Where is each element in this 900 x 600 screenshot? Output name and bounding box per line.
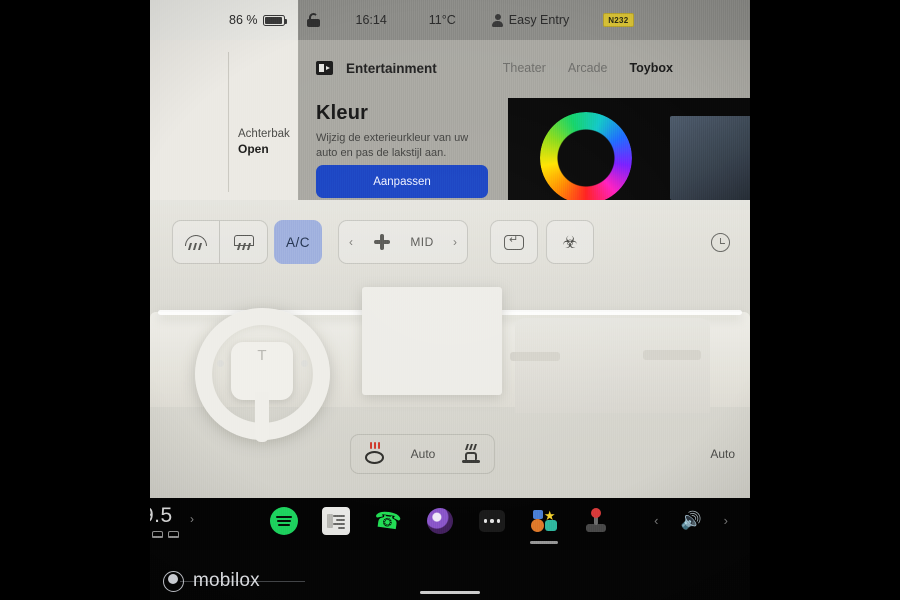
- tab-arcade[interactable]: Arcade: [568, 61, 608, 75]
- ac-toggle-button[interactable]: A/C: [274, 220, 322, 264]
- watermark-label: mobilox: [193, 570, 260, 591]
- more-apps-icon[interactable]: [478, 507, 506, 535]
- driver-temp-control[interactable]: 9.5 ›: [150, 498, 265, 550]
- trunk-status-label: Achterbak: [238, 128, 290, 140]
- seat-heat-mini-icons[interactable]: [152, 531, 179, 538]
- toybox-kleur-card: Kleur Wijzig de exterieurkleur van uw au…: [298, 96, 750, 200]
- steering-wheel-illustration: T: [195, 308, 330, 442]
- status-bar: 86 % 16:14 11°C Easy Entry N232: [150, 0, 750, 40]
- phone-icon[interactable]: ☎: [373, 506, 404, 535]
- seat-right-icon: [168, 531, 179, 538]
- toybox-icon[interactable]: ★: [530, 507, 558, 544]
- seat-left-icon: [152, 531, 163, 538]
- trunk-status-value: Open: [238, 142, 269, 156]
- battery-percent-label: 86 %: [229, 13, 258, 27]
- fan-speed-control[interactable]: ‹ MID ›: [338, 220, 468, 264]
- camera-icon[interactable]: [426, 507, 454, 535]
- kleur-description: Wijzig de exterieurkleur van uw auto en …: [316, 132, 469, 159]
- road-badge: N232: [592, 13, 644, 27]
- heated-steering-wheel-icon[interactable]: [365, 441, 384, 464]
- color-preview-card[interactable]: [508, 98, 750, 200]
- volume-icon[interactable]: 🔊: [680, 512, 701, 529]
- fan-speed-label: MID: [410, 235, 434, 249]
- arcade-joystick-icon[interactable]: [582, 507, 610, 535]
- passenger-auto-label[interactable]: Auto: [710, 447, 735, 461]
- fan-prev-button[interactable]: ‹: [349, 235, 353, 249]
- spotify-icon[interactable]: [270, 507, 298, 535]
- battery-icon: [262, 14, 287, 26]
- tab-theater[interactable]: Theater: [503, 61, 546, 75]
- paint-swatch-icon[interactable]: [670, 116, 750, 200]
- tesla-touchscreen: 86 % 16:14 11°C Easy Entry N232 Achterba…: [150, 0, 750, 600]
- climate-schedule-button[interactable]: [700, 220, 740, 264]
- panel-divider: [228, 52, 229, 192]
- person-icon: [492, 13, 504, 27]
- driver-auto-label: Auto: [410, 447, 436, 461]
- lock-button[interactable]: [296, 13, 331, 27]
- ac-label: A/C: [285, 234, 310, 250]
- tab-toybox[interactable]: Toybox: [629, 61, 673, 75]
- driver-climate-row[interactable]: Auto: [350, 434, 495, 474]
- kleur-title: Kleur: [316, 102, 369, 124]
- front-defrost-icon: [185, 234, 207, 250]
- active-app-indicator: [530, 541, 558, 544]
- dock-app-list: ☎ ★: [270, 506, 610, 544]
- temp-expand-chevron[interactable]: ›: [190, 512, 194, 526]
- heated-seat-icon[interactable]: [462, 444, 480, 463]
- clock-icon: [710, 232, 730, 252]
- driver-profile-button[interactable]: Easy Entry: [481, 13, 580, 27]
- watermark: mobilox: [163, 570, 260, 592]
- kleur-text-block: Kleur Wijzig de exterieurkleur van uw au…: [316, 102, 506, 160]
- mobilox-logo-icon: [163, 570, 184, 592]
- battery-indicator: 86 %: [218, 13, 296, 27]
- recirculate-icon: [504, 233, 524, 250]
- entertainment-icon: [316, 61, 333, 75]
- recirculate-button[interactable]: [490, 220, 538, 264]
- clock-label: 16:14: [355, 13, 387, 27]
- entertainment-header: Entertainment Theater Arcade Toybox: [298, 40, 750, 96]
- center-screen-illustration: [362, 287, 502, 395]
- outside-temperature: 11°C: [428, 13, 456, 27]
- front-defrost-button[interactable]: [172, 220, 220, 264]
- fan-icon: [372, 233, 391, 252]
- fan-next-button[interactable]: ›: [453, 235, 457, 249]
- driver-temp-value: 9.5: [150, 504, 173, 527]
- rear-defrost-button[interactable]: [220, 220, 268, 264]
- aanpassen-button[interactable]: Aanpassen: [316, 165, 488, 198]
- app-dock: 9.5 › ☎: [150, 498, 750, 550]
- biohazard-icon: ☣: [562, 232, 578, 252]
- bioweapon-defense-button[interactable]: ☣: [546, 220, 594, 264]
- road-sign-icon: N232: [603, 13, 634, 27]
- radio-icon[interactable]: [322, 507, 350, 535]
- photo-frame: 86 % 16:14 11°C Easy Entry N232 Achterba…: [0, 0, 900, 600]
- vehicle-status-panel: Achterbak Open: [150, 40, 298, 200]
- color-wheel-icon[interactable]: [540, 112, 632, 200]
- entertainment-title: Entertainment: [346, 60, 437, 76]
- unlock-icon: [306, 13, 320, 27]
- volume-prev-button[interactable]: ‹: [654, 513, 658, 528]
- volume-control-group: ‹ 🔊 ›: [654, 512, 728, 529]
- volume-next-button[interactable]: ›: [724, 513, 728, 528]
- home-indicator: [420, 591, 480, 594]
- driver-profile-label: Easy Entry: [508, 13, 570, 27]
- rear-defrost-icon: [233, 234, 255, 250]
